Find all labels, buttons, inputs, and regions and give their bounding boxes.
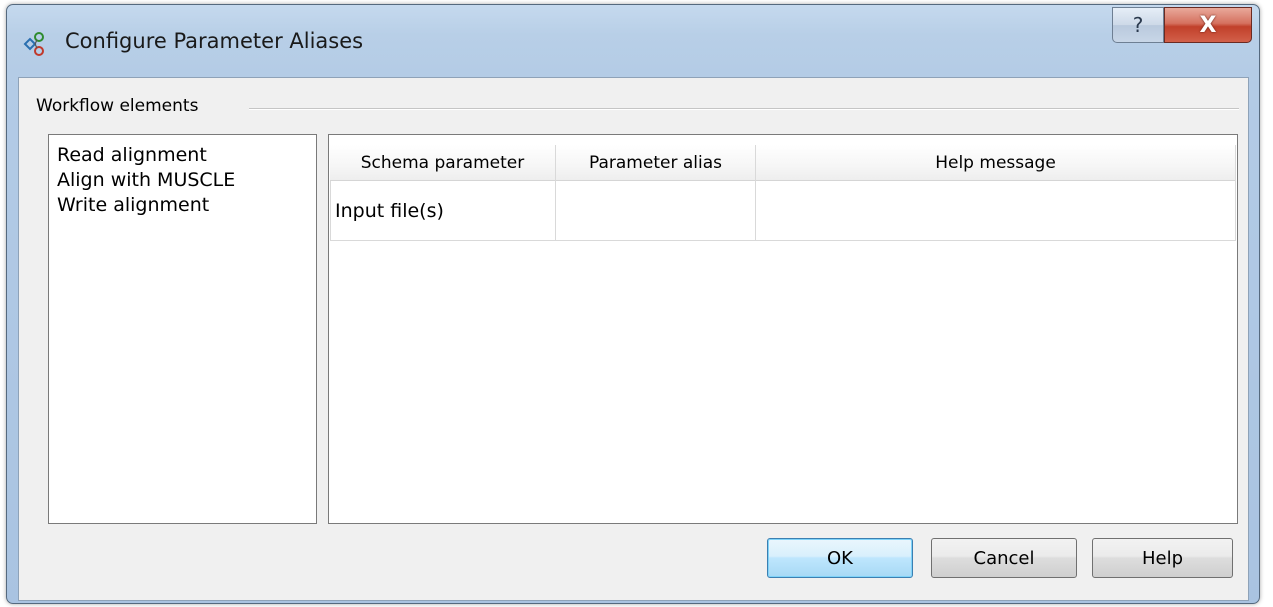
cell-help-message[interactable] <box>756 181 1236 241</box>
cell-schema-parameter[interactable]: Input file(s) <box>330 181 556 241</box>
ok-button[interactable]: OK <box>767 538 913 578</box>
title-help-button[interactable]: ? <box>1112 7 1164 43</box>
workflow-elements-list[interactable]: Read alignment Align with MUSCLE Write a… <box>48 134 317 524</box>
workflow-elements-group-label: Workflow elements <box>36 96 207 116</box>
table-row[interactable]: Input file(s) <box>330 181 1236 241</box>
dialog-window: Configure Parameter Aliases ? X Workflow… <box>6 4 1260 604</box>
title-bar[interactable]: Configure Parameter Aliases ? X <box>7 5 1259 77</box>
column-header-help-message[interactable]: Help message <box>756 145 1236 181</box>
list-item[interactable]: Align with MUSCLE <box>57 168 316 193</box>
list-item[interactable]: Read alignment <box>57 143 316 168</box>
parameters-table[interactable]: Schema parameter Parameter alias Help me… <box>328 134 1238 524</box>
cell-parameter-alias[interactable] <box>556 181 756 241</box>
window-title: Configure Parameter Aliases <box>65 29 364 53</box>
parameter-aliases-icon <box>21 29 51 59</box>
column-header-schema-parameter[interactable]: Schema parameter <box>330 145 556 181</box>
help-button[interactable]: Help <box>1092 538 1233 578</box>
column-header-parameter-alias[interactable]: Parameter alias <box>556 145 756 181</box>
cancel-button[interactable]: Cancel <box>931 538 1077 578</box>
group-divider <box>249 108 1239 110</box>
close-button[interactable]: X <box>1164 7 1252 43</box>
close-icon: X <box>1199 12 1217 38</box>
dialog-body: Workflow elements Read alignment Align w… <box>18 77 1249 601</box>
list-item[interactable]: Write alignment <box>57 193 316 218</box>
question-mark-icon: ? <box>1132 13 1144 37</box>
table-header: Schema parameter Parameter alias Help me… <box>330 145 1236 181</box>
